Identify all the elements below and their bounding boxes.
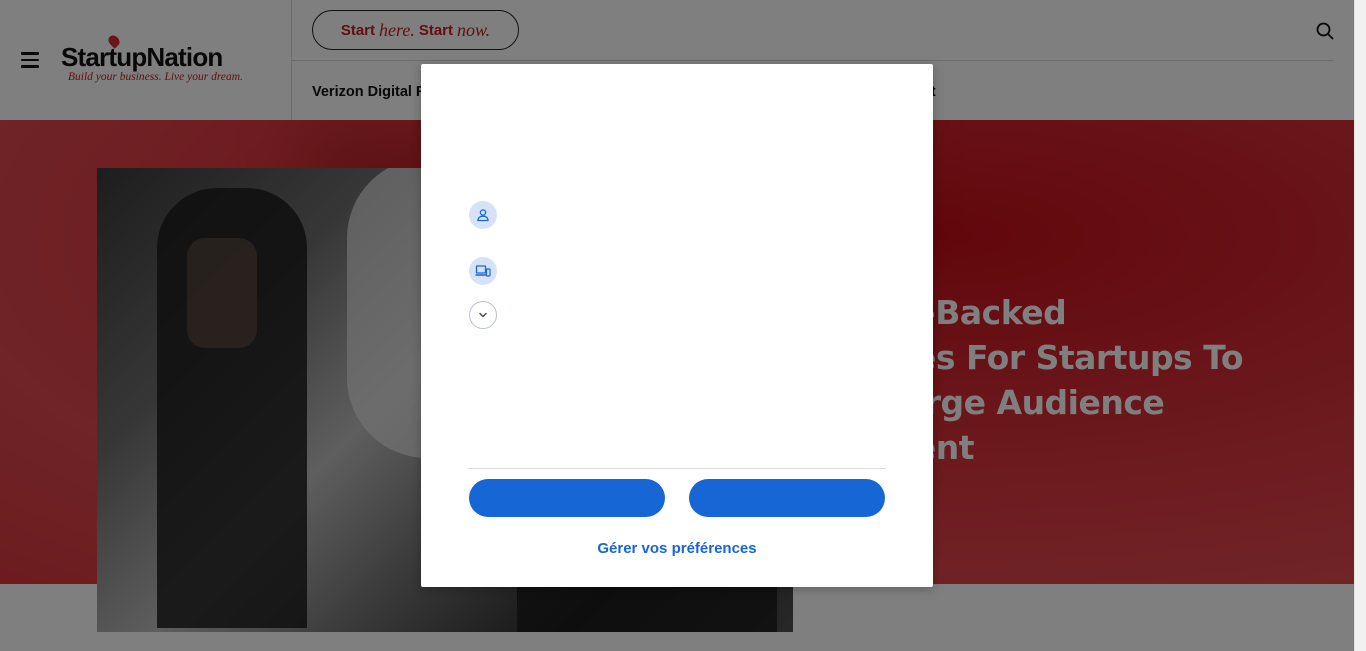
chevron-down-icon[interactable] xyxy=(469,301,497,329)
accept-button[interactable] xyxy=(469,479,665,517)
dialog-divider xyxy=(468,468,886,469)
page-scrollbar[interactable] xyxy=(1354,0,1366,651)
person-icon xyxy=(469,201,497,229)
consent-dialog: Gérer vos préférences xyxy=(421,64,933,587)
devices-icon xyxy=(469,257,497,285)
reject-button[interactable] xyxy=(689,479,885,517)
manage-preferences-link[interactable]: Gérer vos préférences xyxy=(421,540,933,557)
